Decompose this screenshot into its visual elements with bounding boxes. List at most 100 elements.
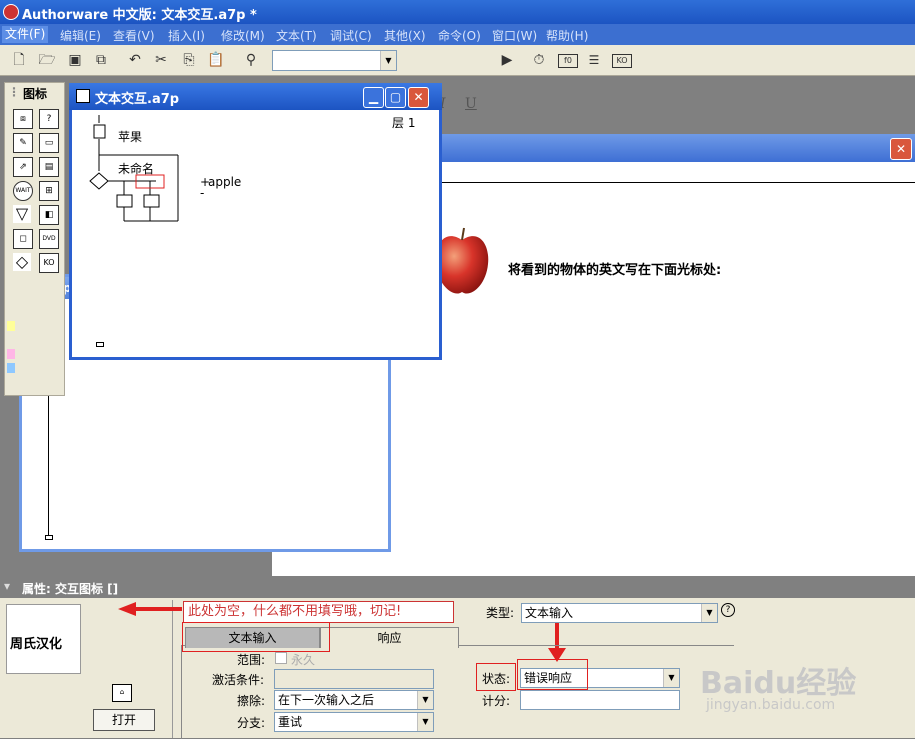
response-minus: - <box>200 186 205 200</box>
control-panel-icon[interactable]: ⏱ <box>530 51 548 69</box>
score-input[interactable] <box>520 690 680 710</box>
new-file-icon[interactable]: 🗋 <box>10 51 28 69</box>
scope-label: 范围: <box>237 653 266 667</box>
close-icon[interactable]: ✕ <box>408 87 429 108</box>
properties-header: ▾ 属性: 交互图标 [] <box>0 576 915 598</box>
knowledge-object-icon[interactable]: KO <box>39 253 59 273</box>
flowchart-title: 文本交互.a7p <box>95 92 180 107</box>
menu-debug[interactable]: 调试(C) <box>330 27 372 44</box>
watermark-url: jingyan.baidu.com <box>706 697 836 713</box>
annotation-box <box>182 622 330 652</box>
menu-text[interactable]: 文本(T) <box>276 27 317 44</box>
activate-condition-input[interactable] <box>274 669 434 689</box>
menu-help[interactable]: 帮助(H) <box>546 27 588 44</box>
palette-header: ⋮ 图标 <box>5 83 64 101</box>
wait-icon[interactable]: ▭ <box>39 133 59 153</box>
activate-label: 激活条件: <box>212 673 265 687</box>
font-select[interactable]: ▼ <box>272 50 397 71</box>
display-icon[interactable]: ⧈ <box>13 109 33 129</box>
menu-other[interactable]: 其他(X) <box>384 27 426 44</box>
open-file-icon[interactable]: 🗁 <box>38 51 56 69</box>
erase-select[interactable]: 在下一次输入之后 ▼ <box>274 690 434 710</box>
color-swatch[interactable] <box>7 349 15 359</box>
decision-icon[interactable]: ▽ <box>13 205 31 223</box>
navigate-icon[interactable]: ⇗ <box>13 157 33 177</box>
underline-button[interactable]: U <box>465 96 477 112</box>
interaction-shape-icon[interactable]: ◇ <box>13 253 31 271</box>
paste-icon[interactable]: 📋 <box>207 51 225 69</box>
chevron-down-icon[interactable]: ▼ <box>701 604 717 622</box>
erase-label: 擦除: <box>237 694 266 708</box>
undo-icon[interactable]: ↶ <box>126 51 144 69</box>
import-icon[interactable]: ⧉ <box>92 51 110 69</box>
watermark-brand: Baidu经验 <box>700 666 857 701</box>
menu-window[interactable]: 窗口(W) <box>492 27 537 44</box>
apple-icon-label[interactable]: 苹果 <box>118 128 142 145</box>
chevron-down-icon[interactable]: ▼ <box>417 713 433 731</box>
menu-edit[interactable]: 编辑(E) <box>60 27 101 44</box>
score-label: 计分: <box>482 694 511 708</box>
color-swatch[interactable] <box>7 363 15 373</box>
minimize-icon[interactable]: ▁ <box>363 87 384 108</box>
grip-icon[interactable]: ⋮ <box>8 85 20 99</box>
branch-select[interactable]: 重试 ▼ <box>274 712 434 732</box>
wait-button-icon[interactable]: WAIT <box>13 181 33 201</box>
menu-file[interactable]: 文件(F) <box>2 26 49 43</box>
icon-preview: 周氏汉化 <box>6 604 81 674</box>
interaction-icon: ⌂ <box>112 684 132 702</box>
map-icon[interactable]: ⊞ <box>39 181 59 201</box>
menu-view[interactable]: 查看(V) <box>113 27 155 44</box>
collapse-icon[interactable]: ▾ <box>4 579 10 593</box>
menu-insert[interactable]: 插入(I) <box>168 27 205 44</box>
flowline-end <box>45 535 53 540</box>
cut-icon[interactable]: ✂ <box>152 51 170 69</box>
icon-palette: ⋮ 图标 ⧈ ? ✎ ▭ ⇗ ▤ WAIT ⊞ ▽ ◧ ◻ DVD ◇ KO <box>4 82 65 396</box>
annotation-arrow <box>118 602 182 616</box>
menu-bar: 文件(F) 编辑(E) 查看(V) 插入(I) 修改(M) 文本(T) 调试(C… <box>0 24 915 45</box>
branch-value: 重试 <box>278 715 303 729</box>
chevron-down-icon[interactable]: ▼ <box>417 691 433 709</box>
help-icon[interactable]: ? <box>721 603 735 617</box>
branch-label: 分支: <box>237 716 266 730</box>
response-label[interactable]: apple <box>208 175 241 189</box>
apple-image <box>435 227 489 294</box>
color-swatch[interactable] <box>7 321 15 331</box>
toolbar: 🗋 🗁 ▣ ⧉ ↶ ✂ ⎘ 📋 ⚲ B I U ▶ ⏱ f0 ☰ KO <box>0 45 915 112</box>
motion-icon[interactable]: ? <box>39 109 59 129</box>
framework-icon[interactable]: ▤ <box>39 157 59 177</box>
unnamed-icon-label[interactable]: 未命名 <box>118 160 154 177</box>
app-title: Authorware 中文版: 文本交互.a7p * <box>22 8 257 23</box>
knowledge-objects-icon[interactable]: KO <box>612 54 632 68</box>
erase-value: 在下一次输入之后 <box>278 693 375 707</box>
open-button[interactable]: 打开 <box>93 709 155 731</box>
functions-icon[interactable]: f0 <box>558 54 578 68</box>
type-label: 类型: <box>486 606 515 620</box>
find-icon[interactable]: ⚲ <box>242 51 260 69</box>
save-all-icon[interactable]: ▣ <box>66 51 84 69</box>
tab-response[interactable]: 响应 <box>320 627 459 648</box>
chevron-down-icon[interactable]: ▼ <box>380 51 396 70</box>
restart-icon[interactable]: ▶ <box>498 51 516 69</box>
flowline-end <box>96 342 104 347</box>
authorware-app-icon[interactable] <box>3 4 19 20</box>
copy-icon[interactable]: ⎘ <box>180 51 198 69</box>
dvd-icon[interactable]: DVD <box>39 229 59 249</box>
divider <box>172 600 173 738</box>
icon-title-input[interactable]: 此处为空，什么都不用填写哦，切记! <box>183 601 454 623</box>
type-select[interactable]: 文本输入 ▼ <box>521 603 718 623</box>
chevron-down-icon[interactable]: ▼ <box>663 669 679 687</box>
flowchart-window[interactable]: 文本交互.a7p ▁ ▢ ✕ 层 1 苹果 未命名 + apple - <box>69 83 442 360</box>
annotation-box <box>517 659 588 690</box>
menu-command[interactable]: 命令(O) <box>438 27 481 44</box>
properties-title: 属性: 交互图标 [] <box>22 582 119 596</box>
scope-checkbox[interactable] <box>275 652 287 664</box>
variables-icon[interactable]: ☰ <box>585 51 603 69</box>
calculation-icon[interactable]: ◻ <box>13 229 33 249</box>
level-indicator: 层 1 <box>392 116 416 130</box>
close-icon[interactable]: ✕ <box>890 138 912 160</box>
menu-modify[interactable]: 修改(M) <box>221 27 265 44</box>
maximize-icon[interactable]: ▢ <box>385 87 406 108</box>
erase-icon[interactable]: ✎ <box>13 133 33 153</box>
type-value: 文本输入 <box>525 606 574 620</box>
movie-icon[interactable]: ◧ <box>39 205 59 225</box>
